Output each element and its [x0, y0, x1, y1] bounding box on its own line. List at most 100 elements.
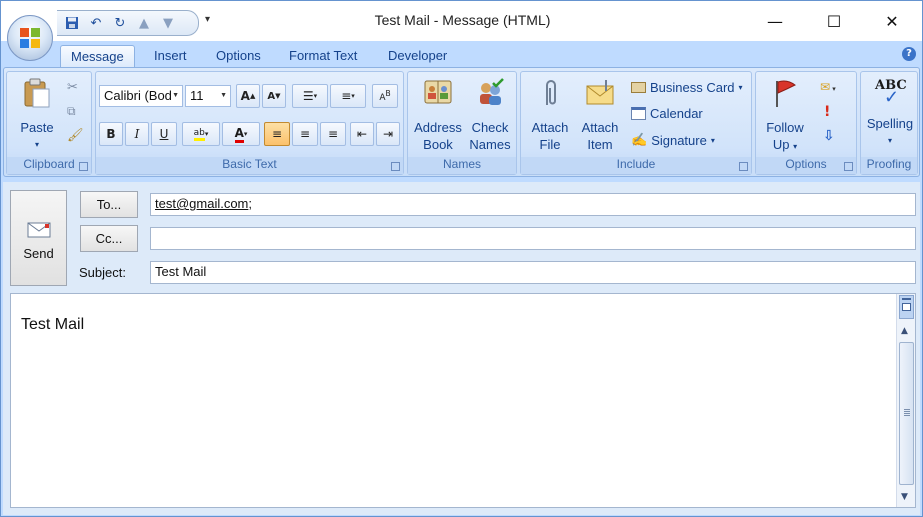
vertical-scrollbar[interactable]: ▲ ▼ [896, 294, 915, 507]
options-group: Follow Up ▾ ✉ ▾ ! ⇩ Options [755, 71, 857, 175]
ribbon-tabs: Message Insert Options Format Text Devel… [1, 41, 922, 68]
tab-insert[interactable]: Insert [144, 45, 197, 68]
attach-file-button[interactable]: Attach File [525, 77, 575, 153]
help-icon[interactable]: ? [902, 47, 916, 61]
signature-label: Signature [651, 132, 707, 148]
scrollbar-thumb[interactable] [899, 342, 914, 485]
business-card-dropdown-icon[interactable]: ▾ [739, 83, 743, 92]
font-size-combo[interactable]: 11 ▼ [185, 85, 231, 107]
font-name-dropdown-icon[interactable]: ▼ [172, 92, 179, 99]
calendar-button[interactable]: Calendar [631, 106, 703, 121]
follow-up-label-2-text: Up [772, 137, 790, 152]
italic-icon[interactable]: I [125, 122, 149, 146]
styles-icon[interactable]: AB [372, 84, 398, 108]
tab-options[interactable]: Options [206, 45, 271, 68]
font-name-combo[interactable]: Calibri (Bod ▼ [99, 85, 183, 107]
title-bar: ↶ ↻ ▲ ▼ ▾ Test Mail - Message (HTML) — ☐… [1, 1, 922, 41]
subject-label: Subject: [79, 265, 126, 280]
signature-button[interactable]: ✍ Signature ▾ [631, 132, 715, 148]
basic-text-group: Calibri (Bod ▼ 11 ▼ A ▲ A ▼ ☰ ▾ ≡ ▾ AB B I… [95, 71, 404, 175]
spelling-label: Spelling [862, 115, 918, 132]
high-importance-icon[interactable]: ! [824, 104, 830, 120]
font-size-dropdown-icon[interactable]: ▼ [220, 92, 227, 99]
signature-dropdown-icon[interactable]: ▾ [711, 136, 715, 145]
permission-icon[interactable]: ✉ ▾ [820, 80, 836, 94]
options-dialog-launcher-icon[interactable] [844, 162, 853, 171]
close-button[interactable]: ✕ [872, 7, 912, 35]
follow-up-button[interactable]: Follow Up ▾ [760, 77, 810, 155]
clipboard-group: Paste ▾ ✂ ⧉ 🖌 Clipboard [6, 71, 92, 175]
business-card-icon [631, 82, 646, 93]
to-button[interactable]: To... [80, 191, 138, 218]
compose-area: Send To... test@gmail.com; Cc... Subject… [3, 182, 920, 515]
align-left-icon[interactable]: ≡ [264, 122, 290, 146]
ribbon: Paste ▾ ✂ ⧉ 🖌 Clipboard Calibri (Bod ▼ 1… [3, 67, 920, 177]
font-color-icon[interactable]: A ▾ [222, 122, 260, 146]
address-book-button[interactable]: Address Book [412, 77, 464, 153]
increase-indent-icon[interactable]: ⇥ [376, 122, 400, 146]
body-text[interactable]: Test Mail [21, 316, 84, 334]
check-names-icon [480, 78, 504, 105]
proofing-group-label: Proofing [861, 157, 917, 174]
follow-up-dropdown-icon[interactable]: ▾ [793, 142, 797, 151]
send-label: Send [23, 246, 54, 261]
font-name-value: Calibri (Bod [104, 88, 172, 103]
attach-file-label-2: File [539, 137, 561, 152]
include-group: Attach File Attach Item Business Card ▾ … [520, 71, 752, 175]
proofing-group: ABC ✓ Spelling ▾ Proofing [860, 71, 918, 175]
include-dialog-launcher-icon[interactable] [739, 162, 748, 171]
underline-icon[interactable]: U [151, 122, 177, 146]
paste-dropdown-icon[interactable]: ▾ [13, 136, 61, 153]
spelling-icon: ABC ✓ [875, 78, 907, 107]
check-names-button[interactable]: Check Names [464, 77, 516, 153]
office-logo-icon [20, 28, 40, 48]
outlook-message-window: ↶ ↻ ▲ ▼ ▾ Test Mail - Message (HTML) — ☐… [0, 0, 923, 517]
bullets-icon[interactable]: ☰ ▾ [292, 84, 328, 108]
to-recipient[interactable]: test@gmail.com [155, 196, 248, 211]
business-card-button[interactable]: Business Card ▾ [631, 80, 743, 95]
maximize-button[interactable]: ☐ [814, 7, 854, 35]
scroll-up-icon[interactable]: ▲ [901, 326, 908, 336]
minimize-button[interactable]: — [755, 7, 795, 35]
subject-field[interactable]: Test Mail [150, 261, 916, 284]
ruler-toggle-icon[interactable] [899, 295, 914, 319]
numbering-icon[interactable]: ≡ ▾ [330, 84, 366, 108]
tab-message[interactable]: Message [60, 45, 135, 68]
message-body[interactable]: Test Mail ▲ ▼ [10, 293, 916, 508]
business-card-label: Business Card [650, 80, 735, 95]
shrink-font-icon[interactable]: A ▼ [262, 84, 286, 108]
attach-item-label-2: Item [587, 137, 613, 152]
low-importance-icon[interactable]: ⇩ [823, 128, 835, 144]
basic-text-group-label: Basic Text [96, 157, 403, 174]
cc-button[interactable]: Cc... [80, 225, 138, 252]
names-group: Address Book Check Names Names [407, 71, 517, 175]
paste-button[interactable]: Paste ▾ [13, 77, 61, 153]
scroll-down-icon[interactable]: ▼ [901, 492, 908, 502]
tab-format-text[interactable]: Format Text [279, 45, 367, 68]
cc-field[interactable] [150, 227, 916, 250]
grow-font-icon[interactable]: A ▲ [236, 84, 260, 108]
align-center-icon[interactable]: ≡ [292, 122, 318, 146]
tab-developer[interactable]: Developer [378, 45, 457, 68]
spelling-button[interactable]: ABC ✓ Spelling ▾ [862, 77, 918, 149]
to-field[interactable]: test@gmail.com; [150, 193, 916, 216]
paste-label: Paste [20, 120, 54, 135]
bold-icon[interactable]: B [99, 122, 123, 146]
attach-item-button[interactable]: Attach Item [575, 77, 625, 153]
spelling-label-text: Spelling [866, 116, 914, 131]
highlight-icon[interactable]: ab ▾ [182, 122, 220, 146]
clipboard-dialog-launcher-icon[interactable] [79, 162, 88, 171]
send-button[interactable]: Send [10, 190, 67, 286]
format-painter-icon[interactable]: 🖌 [67, 128, 84, 143]
flag-icon [776, 80, 796, 107]
attach-file-label-1: Attach [531, 120, 569, 135]
office-button[interactable] [7, 15, 53, 61]
decrease-indent-icon[interactable]: ⇤ [350, 122, 374, 146]
align-right-icon[interactable]: ≡ [320, 122, 346, 146]
basic-text-dialog-launcher-icon[interactable] [391, 162, 400, 171]
spelling-dropdown-icon[interactable]: ▾ [862, 132, 918, 149]
names-group-label: Names [408, 157, 516, 174]
copy-icon[interactable]: ⧉ [67, 104, 76, 119]
include-group-label: Include [521, 157, 751, 174]
cut-icon[interactable]: ✂ [67, 80, 78, 95]
